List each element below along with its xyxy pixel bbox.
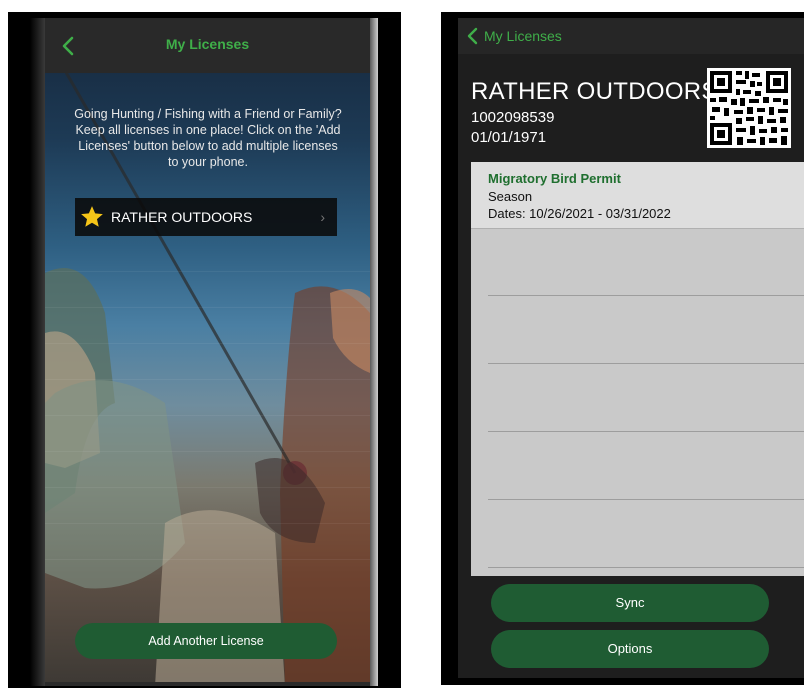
left-edge-shadow bbox=[30, 18, 45, 686]
left-phone-frame: My Licenses Going Hunting / Fishing with… bbox=[8, 12, 401, 688]
empty-list-rows bbox=[488, 228, 804, 568]
back-chevron-icon[interactable] bbox=[466, 27, 480, 45]
right-phone-frame: My Licenses RATHER OUTDOORS 1002098539 0… bbox=[441, 12, 804, 685]
permit-type: Season bbox=[488, 189, 533, 204]
holder-dob: 01/01/1971 bbox=[471, 129, 547, 146]
chevron-right-icon: › bbox=[320, 209, 325, 225]
star-icon bbox=[81, 206, 103, 227]
navbar: My Licenses bbox=[458, 18, 804, 54]
permit-name: Migratory Bird Permit bbox=[488, 171, 621, 186]
back-button-label[interactable]: My Licenses bbox=[484, 28, 562, 44]
license-holder-name: RATHER OUTDOORS bbox=[111, 209, 253, 225]
navbar: My Licenses bbox=[45, 18, 370, 73]
qr-code-icon bbox=[707, 68, 791, 148]
left-phone-screen: My Licenses Going Hunting / Fishing with… bbox=[45, 18, 370, 686]
license-holder-header: RATHER OUTDOORS 1002098539 01/01/1971 bbox=[458, 54, 804, 162]
license-list-item[interactable]: RATHER OUTDOORS › bbox=[75, 198, 337, 236]
add-another-license-button[interactable]: Add Another License bbox=[75, 623, 337, 659]
holder-name: RATHER OUTDOORS bbox=[471, 78, 718, 105]
right-phone-screen: My Licenses RATHER OUTDOORS 1002098539 0… bbox=[458, 18, 804, 678]
bottom-bar bbox=[45, 682, 370, 686]
info-text: Going Hunting / Fishing with a Friend or… bbox=[74, 107, 342, 169]
permit-card[interactable]: Migratory Bird Permit Season Dates: 10/2… bbox=[471, 162, 804, 229]
permit-dates: Dates: 10/26/2021 - 03/31/2022 bbox=[488, 206, 671, 221]
options-button[interactable]: Options bbox=[491, 630, 769, 668]
sync-button[interactable]: Sync bbox=[491, 584, 769, 622]
page-title: My Licenses bbox=[165, 36, 250, 52]
holder-id: 1002098539 bbox=[471, 109, 555, 126]
empty-list-rows bbox=[45, 236, 370, 576]
license-list-panel: Migratory Bird Permit Season Dates: 10/2… bbox=[471, 162, 804, 576]
right-edge-shadow bbox=[370, 18, 378, 686]
